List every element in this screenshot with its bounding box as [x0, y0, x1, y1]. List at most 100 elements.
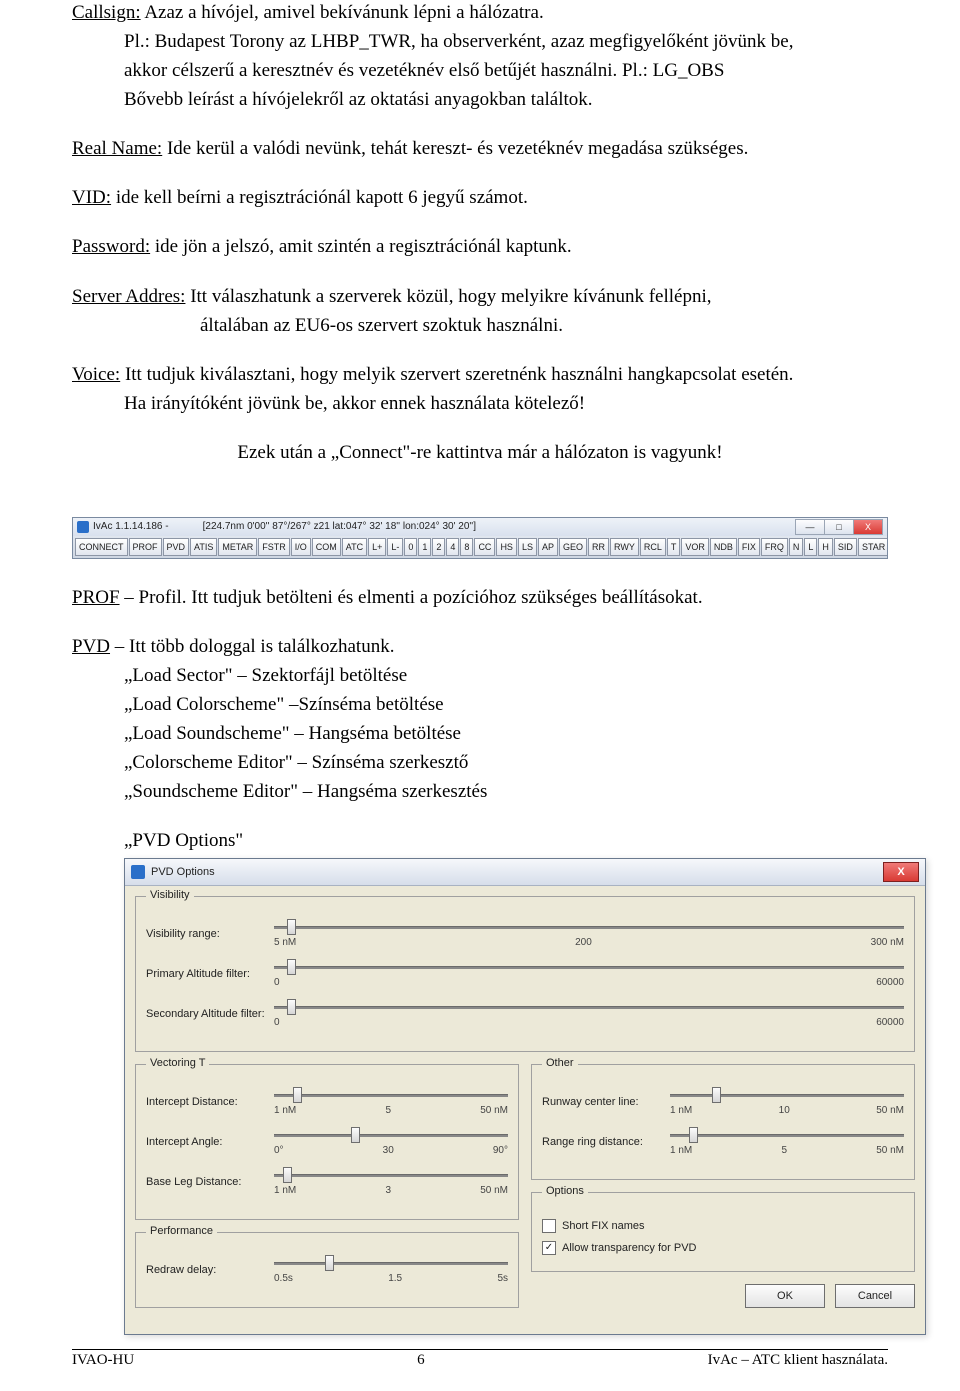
allow-transparency-checkbox[interactable]: ✓ Allow transparency for PVD: [542, 1237, 904, 1259]
vectoring-group: Vectoring T Intercept Distance:1 nM550 n…: [135, 1064, 519, 1220]
tick-label: 50 nM: [876, 1145, 904, 1156]
visibility-row-1: Primary Altitude filter:0 60000: [146, 959, 904, 989]
performance-label-0: Redraw delay:: [146, 1264, 274, 1276]
pvd-label: PVD: [72, 636, 110, 657]
toolbar-rwy-button[interactable]: RWY: [610, 538, 639, 556]
tick-label: 0: [274, 1017, 280, 1028]
tick-label: 5 nM: [274, 937, 296, 948]
vectoring-label-0: Intercept Distance:: [146, 1096, 274, 1108]
toolbar-2-button[interactable]: 2: [432, 538, 445, 556]
callsign-example-1: Pl.: Budapest Torony az LHBP_TWR, ha obs…: [72, 29, 888, 54]
tick-label: 0°: [274, 1145, 284, 1156]
vectoring-slider-1[interactable]: [274, 1127, 508, 1143]
vectoring-row-1: Intercept Angle:0°3090°: [146, 1127, 508, 1157]
toolbar-star-button[interactable]: STAR: [858, 538, 887, 556]
tick-label: 1 nM: [670, 1105, 692, 1116]
toolbar-pvd-button[interactable]: PVD: [163, 538, 190, 556]
toolbar-1-button[interactable]: 1: [418, 538, 431, 556]
toolbar-rr-button[interactable]: RR: [588, 538, 609, 556]
toolbar-rcl-button[interactable]: RCL: [640, 538, 666, 556]
voice-label: Voice:: [72, 364, 120, 385]
toolbar-0-button[interactable]: 0: [404, 538, 417, 556]
visibility-row-0: Visibility range:5 nM200300 nM: [146, 919, 904, 949]
toolbar-ls-button[interactable]: LS: [518, 538, 537, 556]
tick-label: 3: [385, 1185, 391, 1196]
visibility-slider-0[interactable]: [274, 919, 904, 935]
toolbar-l--button[interactable]: L-: [387, 538, 403, 556]
toolbar-frq-button[interactable]: FRQ: [761, 538, 788, 556]
toolbar-metar-button[interactable]: METAR: [218, 538, 257, 556]
toolbar-8-button[interactable]: 8: [460, 538, 473, 556]
dialog-close-button[interactable]: X: [883, 862, 919, 882]
visibility-label-1: Primary Altitude filter:: [146, 968, 274, 980]
toolbar-vor-button[interactable]: VOR: [681, 538, 709, 556]
toolbar-n-button[interactable]: N: [789, 538, 804, 556]
ivac-toolbar: IvAc 1.1.14.186 - [224.7nm 0'00'' 87°/26…: [72, 517, 888, 559]
toolbar-geo-button[interactable]: GEO: [559, 538, 587, 556]
toolbar-cc-button[interactable]: CC: [474, 538, 495, 556]
minimize-button[interactable]: —: [795, 519, 825, 535]
toolbar-atc-button[interactable]: ATC: [342, 538, 367, 556]
toolbar-connect-button[interactable]: CONNECT: [75, 538, 128, 556]
tick-label: 5: [385, 1105, 391, 1116]
visibility-slider-2[interactable]: [274, 999, 904, 1015]
short-fix-checkbox[interactable]: Short FIX names: [542, 1215, 904, 1237]
vectoring-slider-0[interactable]: [274, 1087, 508, 1103]
toolbar-button-row: CONNECTPROFPVDATISMETARFSTRI/OCOMATCL+L-…: [73, 536, 887, 558]
visibility-group: Visibility Visibility range:5 nM200300 n…: [135, 896, 915, 1052]
realname-text: Ide kerül a valódi nevünk, tehát kereszt…: [162, 138, 748, 159]
password-line: Password: ide jön a jelszó, amit szintén…: [72, 234, 888, 259]
app-icon: [77, 521, 89, 533]
visibility-slider-1[interactable]: [274, 959, 904, 975]
maximize-button[interactable]: □: [825, 519, 854, 535]
prof-label: PROF: [72, 587, 120, 608]
tick-label: 60000: [876, 1017, 904, 1028]
tick-label: 5s: [497, 1273, 508, 1284]
password-label: Password:: [72, 236, 150, 257]
toolbar-h-button[interactable]: H: [818, 538, 833, 556]
vid-text: ide kell beírni a regisztrációnál kapott…: [111, 187, 528, 208]
prof-line: PROF – Profil. Itt tudjuk betölteni és e…: [72, 585, 888, 610]
toolbar-l-button[interactable]: L: [804, 538, 817, 556]
pvd-list-item: „Load Sector" – Szektorfájl betöltése: [72, 663, 888, 688]
dialog-titlebar[interactable]: PVD Options X: [125, 859, 925, 886]
toolbar-t-button[interactable]: T: [667, 538, 681, 556]
toolbar-fstr-button[interactable]: FSTR: [258, 538, 290, 556]
toolbar-prof-button[interactable]: PROF: [129, 538, 162, 556]
toolbar-l+-button[interactable]: L+: [368, 538, 386, 556]
window-title: IvAc 1.1.14.186 -: [93, 521, 169, 532]
vectoring-slider-2[interactable]: [274, 1167, 508, 1183]
close-button[interactable]: X: [854, 519, 883, 535]
visibility-label-2: Secondary Altitude filter:: [146, 1008, 274, 1020]
toolbar-i/o-button[interactable]: I/O: [291, 538, 311, 556]
ok-button[interactable]: OK: [745, 1284, 825, 1308]
pvd-list-item: „Load Soundscheme" – Hangséma betöltése: [72, 721, 888, 746]
server-line: Server Addres: Itt válaszhatunk a szerve…: [72, 284, 888, 309]
toolbar-4-button[interactable]: 4: [446, 538, 459, 556]
toolbar-ndb-button[interactable]: NDB: [710, 538, 737, 556]
visibility-legend: Visibility: [146, 889, 194, 901]
page-footer: IVAO-HU 6 IvAc – ATC klient használata.: [72, 1349, 888, 1369]
toolbar-fix-button[interactable]: FIX: [738, 538, 760, 556]
other-slider-1[interactable]: [670, 1127, 904, 1143]
cancel-button[interactable]: Cancel: [835, 1284, 915, 1308]
performance-group: Performance Redraw delay:0.5s1.55s: [135, 1232, 519, 1308]
tick-label: 50 nM: [480, 1105, 508, 1116]
password-text: ide jön a jelszó, amit szintén a regiszt…: [150, 236, 572, 257]
toolbar-sid-button[interactable]: SID: [834, 538, 857, 556]
tick-label: 50 nM: [876, 1105, 904, 1116]
toolbar-hs-button[interactable]: HS: [496, 538, 517, 556]
toolbar-ap-button[interactable]: AP: [538, 538, 558, 556]
tick-label: 60000: [876, 977, 904, 988]
pvd-line: PVD – Itt több dologgal is találkozhatun…: [72, 634, 888, 659]
toolbar-atis-button[interactable]: ATIS: [190, 538, 217, 556]
tick-label: 0: [274, 977, 280, 988]
vid-line: VID: ide kell beírni a regisztrációnál k…: [72, 185, 888, 210]
performance-legend: Performance: [146, 1225, 217, 1237]
performance-slider-0[interactable]: [274, 1255, 508, 1271]
pvd-list-item: „Soundscheme Editor" – Hangséma szerkesz…: [72, 779, 888, 804]
toolbar-com-button[interactable]: COM: [312, 538, 341, 556]
callsign-example-3: Bővebb leírást a hívójelekről az oktatás…: [72, 87, 888, 112]
other-slider-0[interactable]: [670, 1087, 904, 1103]
status-text: [224.7nm 0'00'' 87°/267° z21 lat:047° 32…: [203, 521, 476, 532]
